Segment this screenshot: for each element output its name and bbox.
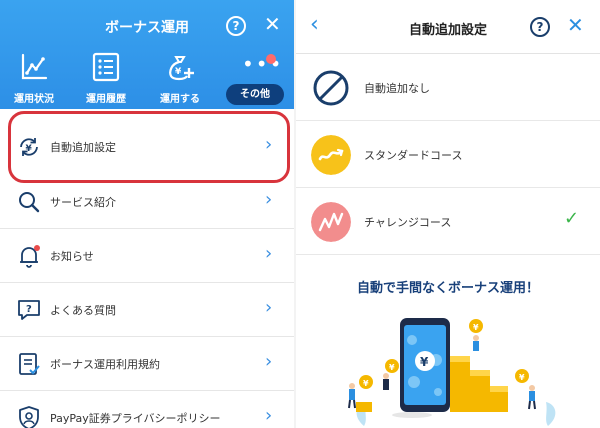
close-button[interactable]: ✕: [264, 14, 281, 34]
nav-other[interactable]: その他: [226, 84, 284, 105]
search-icon: [19, 192, 40, 213]
svg-text:¥: ¥: [519, 373, 525, 382]
option-label: チャレンジコース: [364, 216, 452, 229]
chevron-right-icon: ›: [265, 405, 273, 426]
menu-label: お知らせ: [50, 250, 94, 263]
list-icon: [92, 52, 120, 82]
settings-header: ‹ 自動追加設定 ? ✕: [296, 0, 600, 54]
chevron-right-icon: ›: [265, 351, 273, 372]
promo-heading: 自動で手間なくボーナス運用！: [356, 281, 539, 296]
notification-badge: [266, 54, 276, 64]
option-no-auto-add[interactable]: 自動追加なし: [296, 55, 600, 121]
menu-label: PayPay証券プライバシーポリシー: [50, 412, 221, 425]
option-challenge-course[interactable]: チャレンジコース ✓: [296, 189, 600, 255]
svg-text:¥: ¥: [389, 363, 395, 372]
auto-add-settings-panel: ‹ 自動追加設定 ? ✕ 自動追加なし スタンダードコース チャレンジコース ✓…: [296, 0, 600, 428]
close-button[interactable]: ✕: [567, 15, 584, 35]
nav-label: 運用状況: [14, 94, 54, 105]
chevron-right-icon: ›: [265, 189, 273, 210]
faq-icon: ?: [18, 300, 40, 320]
svg-text:¥: ¥: [363, 379, 369, 388]
menu-label: サービス紹介: [50, 196, 116, 209]
option-label: スタンダードコース: [364, 149, 463, 162]
menu-item-privacy[interactable]: PayPay証券プライバシーポリシー ›: [0, 391, 294, 428]
privacy-icon: [19, 406, 39, 428]
checkmark-icon: ✓: [564, 208, 580, 229]
page-title: 自動追加設定: [408, 23, 487, 38]
option-standard-course[interactable]: スタンダードコース: [296, 122, 600, 188]
menu-item-service-intro[interactable]: サービス紹介 ›: [0, 175, 294, 229]
nav-label: 運用する: [160, 94, 200, 105]
nav-invest[interactable]: ¥ 運用する: [150, 52, 210, 105]
challenge-trend-icon: [311, 202, 351, 242]
svg-text:¥: ¥: [420, 355, 429, 369]
page-title: ボーナス運用: [105, 20, 189, 36]
menu-label: よくある質問: [50, 304, 116, 317]
option-label: 自動追加なし: [364, 82, 430, 95]
svg-text:¥: ¥: [175, 67, 182, 77]
help-button[interactable]: ?: [530, 17, 550, 37]
more-icon[interactable]: •••: [242, 54, 283, 74]
bell-icon: [20, 245, 40, 268]
nav-label: 運用履歴: [86, 94, 126, 105]
chart-icon: [21, 53, 48, 80]
svg-text:?: ?: [26, 304, 32, 315]
help-button[interactable]: ?: [226, 16, 246, 36]
bonus-header: ボーナス運用 ? ✕ 運用状況 運用履歴 ¥ 運用する ••• その他: [0, 0, 294, 109]
no-icon: [313, 70, 349, 106]
money-bag-icon: ¥: [169, 56, 194, 81]
nav-operation-history[interactable]: 運用履歴: [76, 52, 136, 105]
bonus-menu-panel: ボーナス運用 ? ✕ 運用状況 運用履歴 ¥ 運用する ••• その他 ¥ 自動…: [0, 0, 294, 428]
standard-trend-icon: [311, 135, 351, 175]
menu-item-faq[interactable]: ? よくある質問 ›: [0, 283, 294, 337]
investment-illustration: ¥ ¥ ¥ ¥ ¥: [348, 318, 556, 426]
menu-label: ボーナス運用利用規約: [50, 358, 160, 371]
svg-text:¥: ¥: [473, 323, 479, 332]
menu-item-news[interactable]: お知らせ ›: [0, 229, 294, 283]
highlight-frame: [8, 111, 290, 183]
menu-item-terms[interactable]: ボーナス運用利用規約 ›: [0, 337, 294, 391]
chevron-right-icon: ›: [265, 297, 273, 318]
terms-icon: [19, 353, 40, 375]
chevron-right-icon: ›: [265, 243, 273, 264]
nav-operation-status[interactable]: 運用状況: [4, 52, 64, 105]
